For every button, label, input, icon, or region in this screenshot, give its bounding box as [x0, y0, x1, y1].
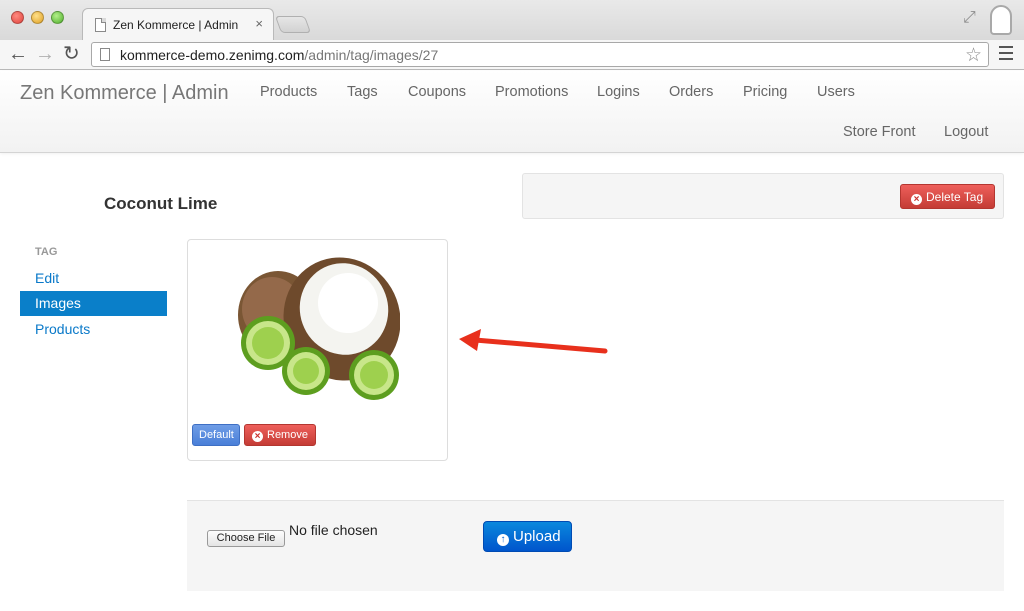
browser-menu-icon[interactable]	[999, 46, 1013, 64]
admin-navbar: Zen Kommerce | Admin Products Tags Coupo…	[0, 71, 1024, 153]
browser-tab[interactable]: Zen Kommerce | Admin ×	[82, 8, 274, 40]
upload-button[interactable]: ↑ Upload	[483, 521, 572, 552]
image-thumbnail-card: Default × Remove	[187, 239, 448, 461]
sidebar-item-images[interactable]: Images	[20, 291, 167, 316]
remove-circle-icon: ×	[252, 431, 263, 442]
minimize-window-icon[interactable]	[31, 11, 44, 24]
forward-arrow-icon[interactable]: →	[35, 43, 55, 65]
profile-avatar-icon[interactable]	[990, 5, 1012, 35]
upload-form: Choose File No file chosen ↑ Upload	[187, 500, 1004, 591]
nav-promotions[interactable]: Promotions	[495, 84, 568, 100]
sidebar-item-products[interactable]: Products	[20, 317, 167, 342]
document-icon	[95, 18, 106, 32]
page-title: Coconut Lime	[104, 194, 218, 213]
zoom-window-icon[interactable]	[51, 11, 64, 24]
actions-well: × Delete Tag	[522, 173, 1004, 219]
nav-logins[interactable]: Logins	[597, 84, 640, 100]
annotation-arrow-icon	[459, 329, 608, 354]
upload-circle-icon: ↑	[497, 534, 509, 546]
nav-store-front[interactable]: Store Front	[843, 124, 916, 140]
coconut-lime-image	[238, 257, 400, 400]
url-host: kommerce-demo.zenimg.com	[120, 47, 305, 63]
sidebar-item-edit[interactable]: Edit	[20, 266, 167, 291]
page-document-icon	[100, 48, 110, 61]
choose-file-button[interactable]: Choose File	[207, 530, 285, 547]
no-file-chosen-text: No file chosen	[289, 522, 378, 538]
remove-circle-icon: ×	[911, 194, 922, 205]
url-path: /admin/tag/images/27	[304, 47, 439, 63]
url-text[interactable]: kommerce-demo.zenimg.com/admin/tag/image…	[120, 47, 438, 63]
nav-pricing[interactable]: Pricing	[743, 84, 787, 100]
remove-image-button[interactable]: × Remove	[244, 424, 316, 446]
browser-titlebar: Zen Kommerce | Admin × ⤢	[0, 0, 1024, 40]
address-bar[interactable]: kommerce-demo.zenimg.com/admin/tag/image…	[91, 42, 989, 67]
nav-users[interactable]: Users	[817, 84, 855, 100]
sidebar-header: TAG	[35, 246, 58, 258]
back-arrow-icon[interactable]: ←	[8, 43, 28, 65]
nav-orders[interactable]: Orders	[669, 84, 713, 100]
delete-tag-label: Delete Tag	[926, 190, 984, 204]
fullscreen-icon[interactable]: ⤢	[963, 9, 981, 27]
set-default-button[interactable]: Default	[192, 424, 240, 446]
remove-label: Remove	[267, 429, 308, 441]
nav-tags[interactable]: Tags	[347, 84, 378, 100]
brand-title[interactable]: Zen Kommerce | Admin	[20, 82, 229, 105]
nav-products[interactable]: Products	[260, 84, 317, 100]
nav-coupons[interactable]: Coupons	[408, 84, 466, 100]
delete-tag-button[interactable]: × Delete Tag	[900, 184, 995, 209]
new-tab-button[interactable]	[274, 16, 312, 33]
upload-label: Upload	[513, 528, 561, 545]
tab-title: Zen Kommerce | Admin	[113, 18, 239, 32]
reload-icon[interactable]: ↻	[63, 43, 80, 65]
close-window-icon[interactable]	[11, 11, 24, 24]
tab-close-icon[interactable]: ×	[255, 16, 263, 31]
bookmark-star-icon[interactable]: ☆	[965, 44, 982, 67]
nav-logout[interactable]: Logout	[944, 124, 988, 140]
browser-toolbar: ← → ↻ kommerce-demo.zenimg.com/admin/tag…	[0, 40, 1024, 70]
